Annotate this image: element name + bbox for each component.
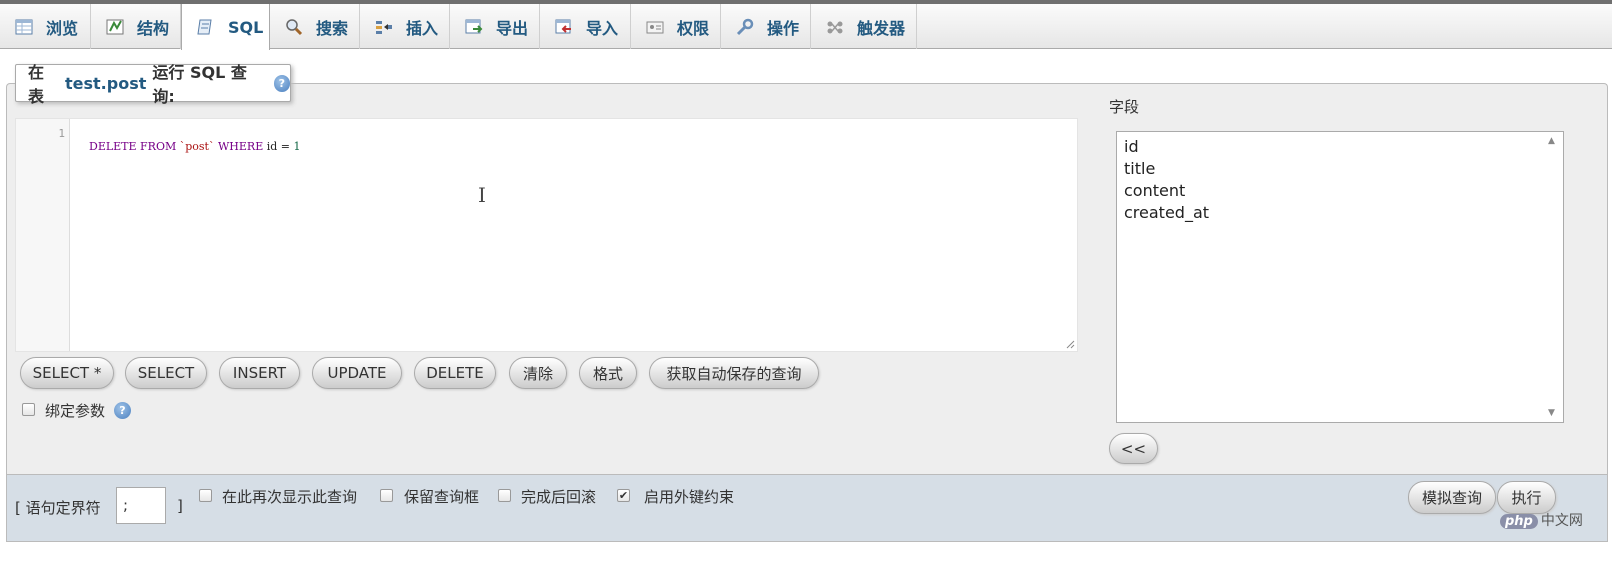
simulate-query-button[interactable]: 模拟查询 [1408, 481, 1496, 514]
field-list-scrollbar[interactable]: ▲ ▼ [1543, 132, 1563, 422]
export-icon [465, 19, 483, 33]
panel-legend: 在表 test.post 运行 SQL 查询: ? [15, 63, 291, 106]
delete-button[interactable]: DELETE [414, 357, 496, 389]
sql-token: id = [266, 140, 294, 153]
tab-export[interactable]: 导出 [450, 4, 540, 49]
insert-button[interactable]: INSERT [219, 357, 300, 389]
insert-row-icon [376, 20, 392, 34]
bind-params-checkbox[interactable] [22, 403, 35, 416]
field-list[interactable]: id title content created_at ▲ ▼ [1116, 131, 1564, 423]
scroll-down-icon[interactable]: ▼ [1548, 408, 1555, 418]
select-star-button[interactable]: SELECT * [20, 357, 114, 389]
tab-structure-label: 结构 [137, 18, 170, 38]
watermark-logo: php 中文网 [1500, 510, 1612, 532]
tab-import-label: 导入 [586, 18, 619, 38]
text-cursor-icon: I [478, 183, 486, 207]
foreign-key-label: 启用外键约束 [644, 488, 735, 506]
tab-triggers[interactable]: 触发器 [811, 4, 917, 49]
sql-token: `post` [179, 140, 215, 153]
insert-field-button[interactable]: << [1109, 433, 1158, 464]
delimiter-label: [ 语句定界符 [15, 499, 101, 517]
sql-token: 1 [293, 140, 301, 153]
format-button[interactable]: 格式 [579, 357, 637, 389]
watermark-brand: php [1500, 514, 1538, 529]
tab-sql-label: SQL [228, 17, 264, 37]
tab-privileges-label: 权限 [677, 18, 710, 38]
field-option[interactable]: id [1117, 136, 1209, 158]
tab-operations[interactable]: 操作 [721, 4, 811, 49]
field-option[interactable]: content [1117, 180, 1209, 202]
tab-export-label: 导出 [496, 18, 529, 38]
tab-operations-label: 操作 [767, 18, 800, 38]
tab-import[interactable]: 导入 [540, 4, 631, 49]
tab-sql[interactable]: SQL [181, 4, 270, 50]
legend-table-name: test.post [65, 73, 147, 93]
field-option[interactable]: title [1117, 158, 1209, 180]
field-option[interactable]: created_at [1117, 202, 1209, 224]
table-browse-icon [15, 19, 33, 34]
watermark-site: 中文网 [1540, 513, 1583, 529]
sql-icon [197, 19, 212, 35]
scroll-up-icon[interactable]: ▲ [1548, 136, 1555, 146]
structure-icon [106, 19, 124, 34]
bind-params-help-icon[interactable]: ? [114, 402, 131, 419]
resize-grip-icon[interactable] [1065, 339, 1075, 349]
sql-token: DELETE FROM [89, 140, 180, 153]
retain-query-box-label: 保留查询框 [404, 488, 480, 506]
wrench-icon [736, 18, 754, 35]
sql-code: DELETE FROM `post` WHERE id = 1 [75, 127, 301, 166]
show-query-again-label: 在此再次显示此查询 [222, 488, 358, 506]
triggers-icon [827, 21, 843, 33]
tab-triggers-label: 触发器 [857, 18, 906, 38]
rollback-checkbox[interactable] [498, 489, 511, 502]
legend-suffix: 运行 SQL 查询: [152, 63, 247, 106]
magnifier-icon [286, 18, 303, 35]
tab-privileges[interactable]: 权限 [631, 4, 721, 49]
sql-token: WHERE [214, 140, 267, 153]
privileges-icon [646, 21, 664, 33]
select-button[interactable]: SELECT [125, 357, 207, 389]
show-query-again-checkbox[interactable] [199, 489, 212, 502]
line-number-gutter: 1 [16, 119, 70, 351]
bind-params-label: 绑定参数 [45, 402, 106, 420]
sql-editor[interactable]: 1 DELETE FROM `post` WHERE id = 1 [15, 118, 1078, 352]
delimiter-close-bracket: ] [177, 497, 183, 515]
get-autosaved-query-button[interactable]: 获取自动保存的查询 [649, 357, 819, 389]
foreign-key-checkbox[interactable]: ✔ [617, 489, 630, 502]
delimiter-input[interactable]: ; [116, 487, 166, 524]
tab-search-label: 搜索 [316, 18, 349, 38]
tab-browse[interactable]: 浏览 [0, 4, 91, 49]
query-options-bar [6, 474, 1608, 542]
update-button[interactable]: UPDATE [312, 357, 402, 389]
import-icon [555, 19, 571, 33]
tab-bar: 浏览 结构 SQL 搜索 插入 导出 导入 权限 操作 触发器 [0, 4, 1612, 50]
tab-browse-label: 浏览 [46, 18, 79, 38]
clear-button[interactable]: 清除 [509, 357, 567, 389]
help-icon[interactable]: ? [273, 74, 290, 92]
tab-insert[interactable]: 插入 [360, 4, 450, 49]
tab-structure[interactable]: 结构 [91, 4, 181, 49]
fields-title: 字段 [1109, 98, 1140, 116]
legend-prefix: 在表 [28, 63, 45, 106]
rollback-label: 完成后回滚 [521, 488, 597, 506]
line-number: 1 [58, 127, 65, 140]
tab-search[interactable]: 搜索 [270, 4, 360, 49]
tab-insert-label: 插入 [406, 18, 439, 38]
retain-query-box-checkbox[interactable] [380, 489, 393, 502]
